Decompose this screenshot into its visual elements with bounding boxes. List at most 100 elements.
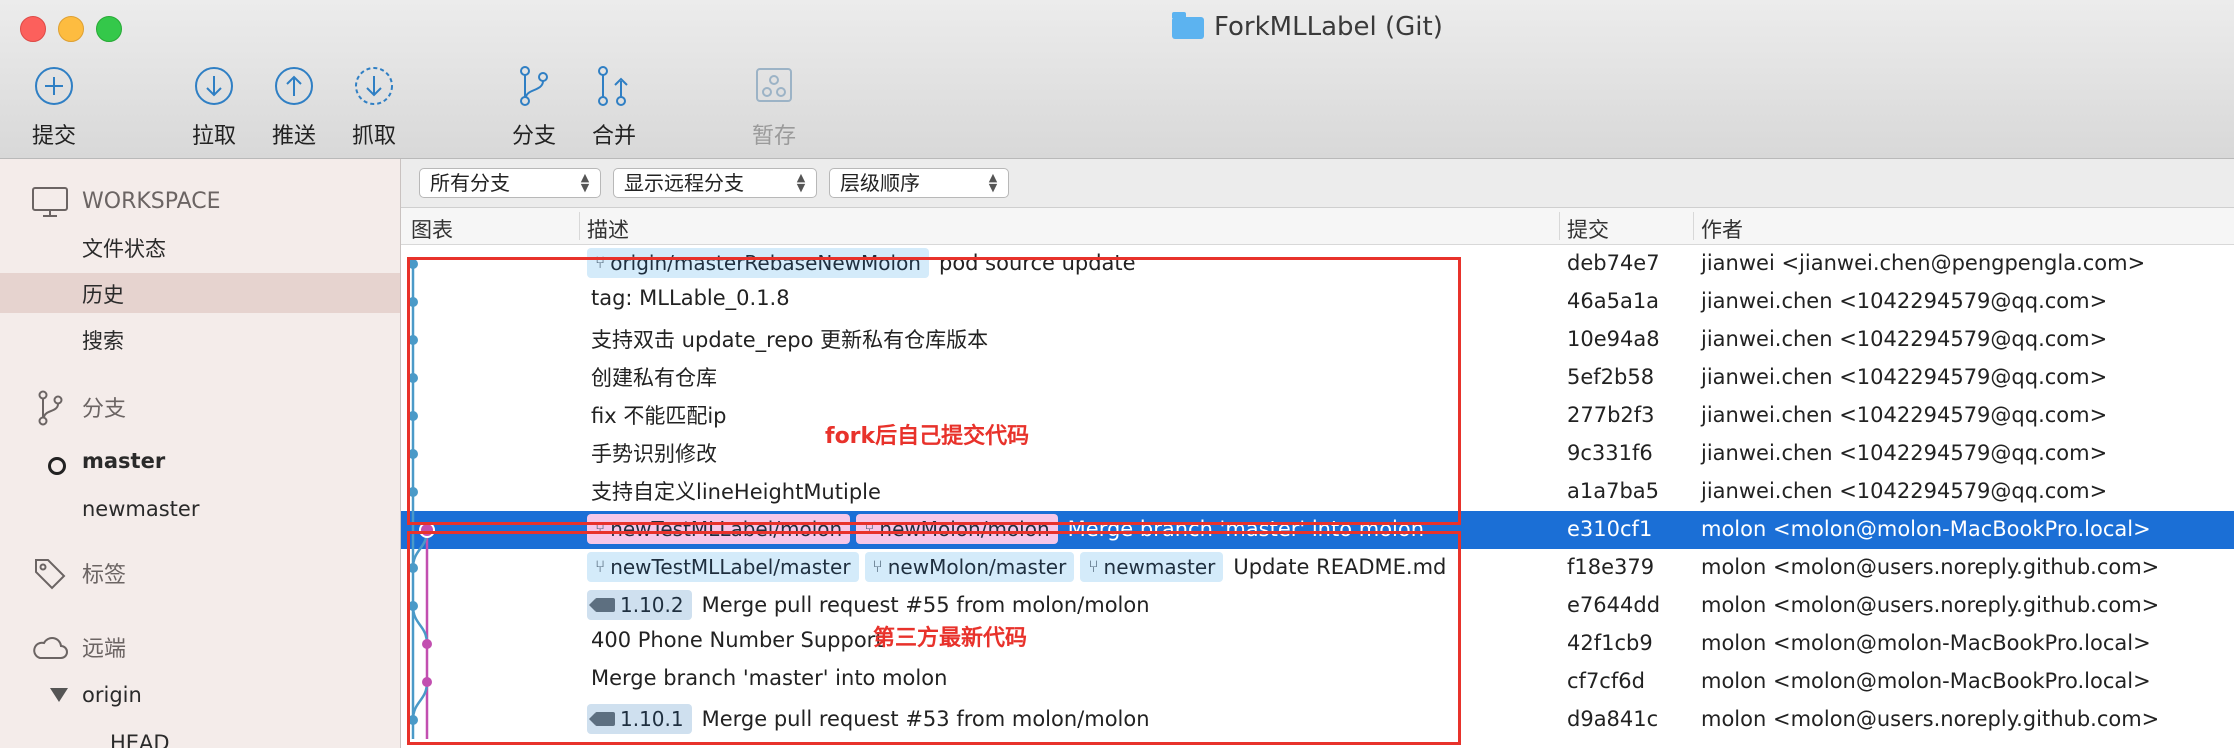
cloud-icon xyxy=(30,631,70,665)
branch-icon xyxy=(30,390,70,426)
folder-icon xyxy=(1172,12,1204,39)
annotation-box-own-commits xyxy=(407,257,1461,525)
remotes-header-label: 远端 xyxy=(82,637,127,662)
commit-author: molon <molon@molon-MacBookPro.local> xyxy=(1701,631,2151,655)
commit-hash: 10e94a8 xyxy=(1567,327,1660,351)
branch-filter-value: 所有分支 xyxy=(430,171,510,195)
sidebar-item-history[interactable]: 历史 xyxy=(0,273,400,313)
commit-author: molon <molon@users.noreply.github.com> xyxy=(1701,593,2160,617)
commit-author: jianwei <jianwei.chen@pengpengla.com> xyxy=(1701,251,2146,275)
commit-author: jianwei.chen <1042294579@qq.com> xyxy=(1701,365,2108,389)
column-description[interactable]: 描述 xyxy=(587,214,629,244)
remote-filter-value: 显示远程分支 xyxy=(624,171,744,195)
sidebar-item-label: origin xyxy=(82,683,142,707)
commit-hash: 9c331f6 xyxy=(1567,441,1653,465)
branches-header-label: 分支 xyxy=(82,397,127,422)
commit-author: jianwei.chen <1042294579@qq.com> xyxy=(1701,327,2108,351)
tags-header-label: 标签 xyxy=(82,563,127,588)
commit-author: jianwei.chen <1042294579@qq.com> xyxy=(1701,289,2108,313)
close-window-button[interactable] xyxy=(20,16,46,42)
commit-hash: a1a7ba5 xyxy=(1567,479,1660,503)
column-divider[interactable] xyxy=(579,212,580,240)
workspace-label: WORKSPACE xyxy=(82,188,221,214)
sidebar-item-label: newmaster xyxy=(82,497,200,521)
column-commit[interactable]: 提交 xyxy=(1567,214,1609,244)
branch-button[interactable]: 分支 xyxy=(510,62,558,150)
commit-button-label: 提交 xyxy=(31,124,76,149)
pull-button-label: 拉取 xyxy=(191,124,236,149)
commit-author: molon <molon@molon-MacBookPro.local> xyxy=(1701,517,2151,541)
merge-button-label: 合并 xyxy=(591,124,636,149)
fetch-button-label: 抓取 xyxy=(351,124,396,149)
stash-button-label: 暂存 xyxy=(751,124,796,149)
commit-author: molon <molon@molon-MacBookPro.local> xyxy=(1701,669,2151,693)
sidebar-item-remote-origin[interactable]: origin xyxy=(0,677,400,717)
merge-button[interactable]: 合并 xyxy=(590,62,638,150)
arrow-down-circle-icon xyxy=(190,62,238,110)
stash-button[interactable]: 暂存 xyxy=(750,62,798,150)
current-branch-icon xyxy=(48,457,66,475)
sidebar-item-branch-master[interactable]: master xyxy=(0,443,400,483)
monitor-icon xyxy=(30,185,70,219)
disclosure-triangle-icon[interactable] xyxy=(50,688,68,702)
commit-author: jianwei.chen <1042294579@qq.com> xyxy=(1701,441,2108,465)
sidebar-tags-header[interactable]: 标签 xyxy=(0,551,400,595)
remote-filter-select[interactable]: 显示远程分支 ▲ ▼ xyxy=(613,168,817,198)
chevron-updown-icon: ▲ ▼ xyxy=(580,171,590,194)
commit-hash: d9a841c xyxy=(1567,707,1659,731)
sidebar-branches-header[interactable]: 分支 xyxy=(0,385,400,429)
filter-bar: 所有分支 ▲ ▼ 显示远程分支 ▲ ▼ 层级顺序 ▲ ▼ xyxy=(401,159,2234,208)
column-divider[interactable] xyxy=(1559,212,1560,240)
commit-button[interactable]: 提交 xyxy=(30,62,78,150)
annotation-label-own-commits: fork后自己提交代码 xyxy=(825,424,1030,449)
chevron-updown-icon: ▲ ▼ xyxy=(988,171,998,194)
toolbar: ForkMLLabel (Git) 提交 拉取 推送 抓取 分支 合并 暂存 xyxy=(0,0,2234,159)
column-graph[interactable]: 图表 xyxy=(411,214,453,244)
commit-hash: 277b2f3 xyxy=(1567,403,1655,427)
arrow-up-circle-icon xyxy=(270,62,318,110)
fetch-button[interactable]: 抓取 xyxy=(350,62,398,150)
commit-hash: e310cf1 xyxy=(1567,517,1653,541)
commit-hash: cf7cf6d xyxy=(1567,669,1645,693)
sidebar-item-label: 搜索 xyxy=(82,329,124,353)
column-author[interactable]: 作者 xyxy=(1701,214,1743,244)
sidebar-workspace-header: WORKSPACE xyxy=(0,179,400,223)
push-button[interactable]: 推送 xyxy=(270,62,318,150)
stash-icon xyxy=(750,62,798,110)
window-title-text: ForkMLLabel (Git) xyxy=(1214,12,1443,42)
annotation-label-upstream-commits: 第三方最新代码 xyxy=(873,626,1028,651)
column-divider[interactable] xyxy=(1693,212,1694,240)
pull-button[interactable]: 拉取 xyxy=(190,62,238,150)
order-value: 层级顺序 xyxy=(840,171,920,195)
history-panel: 所有分支 ▲ ▼ 显示远程分支 ▲ ▼ 层级顺序 ▲ ▼ 图表 描述 提交 作者 ⑂ o… xyxy=(401,159,2234,748)
sidebar-item-file-status[interactable]: 文件状态 xyxy=(0,227,400,267)
commit-hash: deb74e7 xyxy=(1567,251,1660,275)
tag-icon xyxy=(30,557,70,591)
window-title: ForkMLLabel (Git) xyxy=(1172,12,1443,42)
commit-author: jianwei.chen <1042294579@qq.com> xyxy=(1701,403,2108,427)
minimize-window-button[interactable] xyxy=(58,16,84,42)
branch-button-label: 分支 xyxy=(511,124,556,149)
commit-hash: 42f1cb9 xyxy=(1567,631,1653,655)
maximize-window-button[interactable] xyxy=(96,16,122,42)
sidebar: WORKSPACE 文件状态 历史 搜索 分支 master newmaster xyxy=(0,159,401,748)
sidebar-item-label: master xyxy=(82,449,166,473)
commit-hash: 46a5a1a xyxy=(1567,289,1660,313)
sidebar-item-label: HEAD xyxy=(110,731,170,748)
commit-author: molon <molon@users.noreply.github.com> xyxy=(1701,707,2160,731)
fetch-dashed-circle-icon xyxy=(350,62,398,110)
sidebar-item-label: 历史 xyxy=(82,283,124,307)
sidebar-item-remote-head[interactable]: HEAD xyxy=(0,725,400,748)
sidebar-item-label: 文件状态 xyxy=(82,237,166,261)
order-select[interactable]: 层级顺序 ▲ ▼ xyxy=(829,168,1009,198)
branch-filter-select[interactable]: 所有分支 ▲ ▼ xyxy=(419,168,601,198)
push-button-label: 推送 xyxy=(271,124,316,149)
app-window: ForkMLLabel (Git) 提交 拉取 推送 抓取 分支 合并 暂存 W… xyxy=(0,0,2234,748)
column-header: 图表 描述 提交 作者 xyxy=(401,208,2234,245)
sidebar-remotes-header[interactable]: 远端 xyxy=(0,625,400,669)
sidebar-item-search[interactable]: 搜索 xyxy=(0,319,400,359)
plus-circle-icon xyxy=(30,62,78,110)
commit-author: molon <molon@users.noreply.github.com> xyxy=(1701,555,2160,579)
branch-icon xyxy=(510,62,558,110)
sidebar-item-branch-newmaster[interactable]: newmaster xyxy=(0,491,400,531)
